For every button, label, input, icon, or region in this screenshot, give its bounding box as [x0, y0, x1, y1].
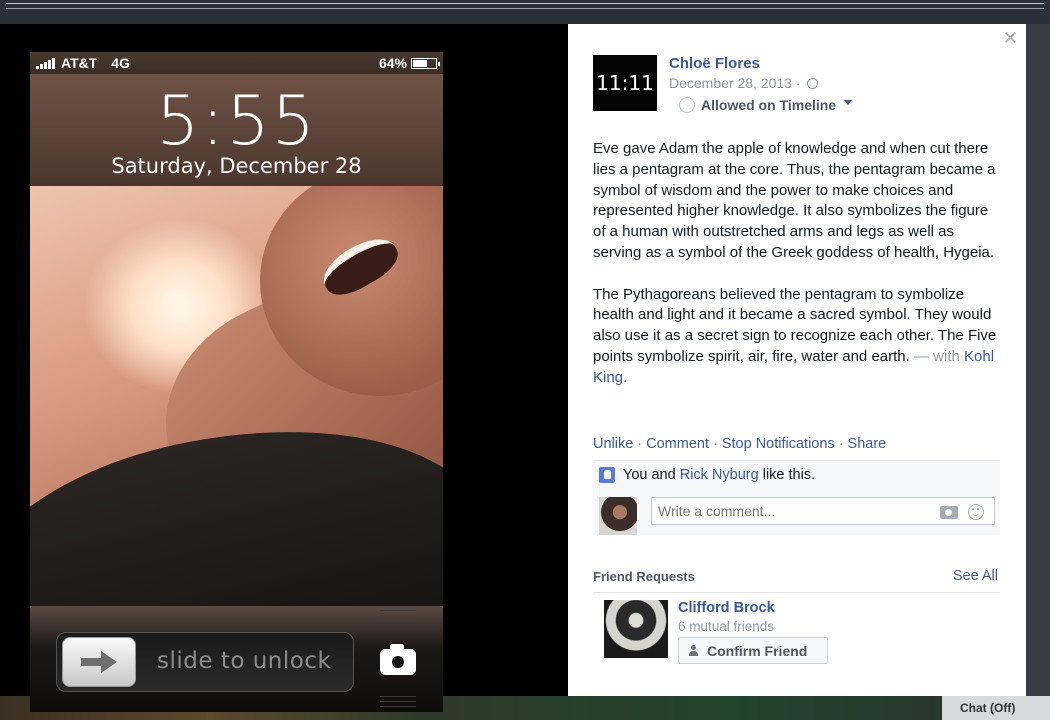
liker-link[interactable]: Rick Nyburg	[680, 467, 759, 483]
avatar	[599, 497, 637, 535]
friend-request-avatar[interactable]	[604, 600, 668, 658]
timeline-radio[interactable]	[679, 97, 695, 113]
camera-icon	[376, 634, 420, 690]
thumbs-up-icon	[599, 467, 615, 483]
battery-percent: 64%	[378, 55, 407, 71]
lockscreen-time: 5:55	[156, 82, 317, 161]
phone-lockscreen-photo: AT&T 4G 64% 5:55 Saturday, December 28 s	[30, 52, 443, 712]
signal-icon	[36, 57, 55, 69]
slide-to-unlock-knob	[62, 637, 136, 687]
post-date-text[interactable]: December 28, 2013 ·	[669, 75, 801, 91]
likes-summary: You and Rick Nyburg like this.	[599, 467, 815, 483]
battery-icon	[411, 57, 440, 69]
share-link[interactable]: Share	[848, 436, 887, 452]
slide-to-unlock-text: slide to unlock	[157, 648, 332, 674]
lockscreen-header: 5:55 Saturday, December 28	[30, 74, 443, 186]
author-name-link[interactable]: Chloë Flores	[669, 55, 760, 72]
friend-request-name[interactable]: Clifford Brock	[678, 600, 775, 616]
timeline-label: Allowed on Timeline	[701, 97, 837, 113]
confirm-friend-label: Confirm Friend	[707, 642, 808, 659]
confirm-friend-button[interactable]: Confirm Friend	[678, 637, 828, 664]
post-date: December 28, 2013 ·	[669, 75, 818, 91]
network-type: 4G	[111, 55, 130, 71]
camera-icon[interactable]	[940, 505, 958, 519]
lockscreen-wallpaper-photo	[30, 186, 443, 606]
post-body: Eve gave Adam the apple of knowledge and…	[593, 139, 1003, 409]
background-topbar	[0, 0, 1050, 24]
mutual-friends-count[interactable]: 6 mutual friends	[678, 619, 774, 634]
smiley-icon[interactable]	[968, 504, 984, 520]
carrier-name: AT&T	[61, 55, 98, 71]
photo-viewer: AT&T 4G 64% 5:55 Saturday, December 28 s	[0, 24, 568, 712]
person-icon	[689, 644, 699, 657]
unlike-link[interactable]: Unlike	[593, 436, 633, 452]
phone-status-bar: AT&T 4G 64%	[30, 52, 443, 74]
post-paragraph-2: The Pythagoreans believed the pentagram …	[593, 285, 997, 386]
lockscreen-date: Saturday, December 28	[111, 154, 362, 178]
stop-notifications-link[interactable]: Stop Notifications	[722, 436, 835, 452]
background-right-edge	[1026, 24, 1050, 696]
post-actions: Unlike · Comment · Stop Notifications · Share	[593, 436, 887, 452]
post-info-panel: ✕ 11:11 Chloë Flores December 28, 2013 ·…	[568, 24, 1026, 696]
chevron-down-icon[interactable]	[844, 100, 853, 105]
author-avatar[interactable]: 11:11	[593, 55, 657, 111]
chat-tab[interactable]: Chat (Off)	[942, 696, 1050, 720]
lockscreen-footer: slide to unlock	[30, 606, 443, 712]
close-icon[interactable]: ✕	[1003, 28, 1018, 49]
post-paragraph-1: Eve gave Adam the apple of knowledge and…	[593, 140, 996, 261]
timeline-visibility[interactable]: Allowed on Timeline	[679, 97, 853, 113]
friend-requests-header: Friend Requests See All	[593, 568, 998, 584]
slide-to-unlock-track: slide to unlock	[56, 632, 354, 692]
likes-and-comments: You and Rick Nyburg like this.	[593, 460, 1000, 535]
comment-link[interactable]: Comment	[646, 436, 709, 452]
see-all-link[interactable]: See All	[953, 568, 998, 584]
arrow-right-icon	[79, 651, 119, 673]
friend-requests-title: Friend Requests	[593, 569, 695, 584]
divider	[593, 592, 1000, 593]
globe-icon	[806, 77, 818, 89]
